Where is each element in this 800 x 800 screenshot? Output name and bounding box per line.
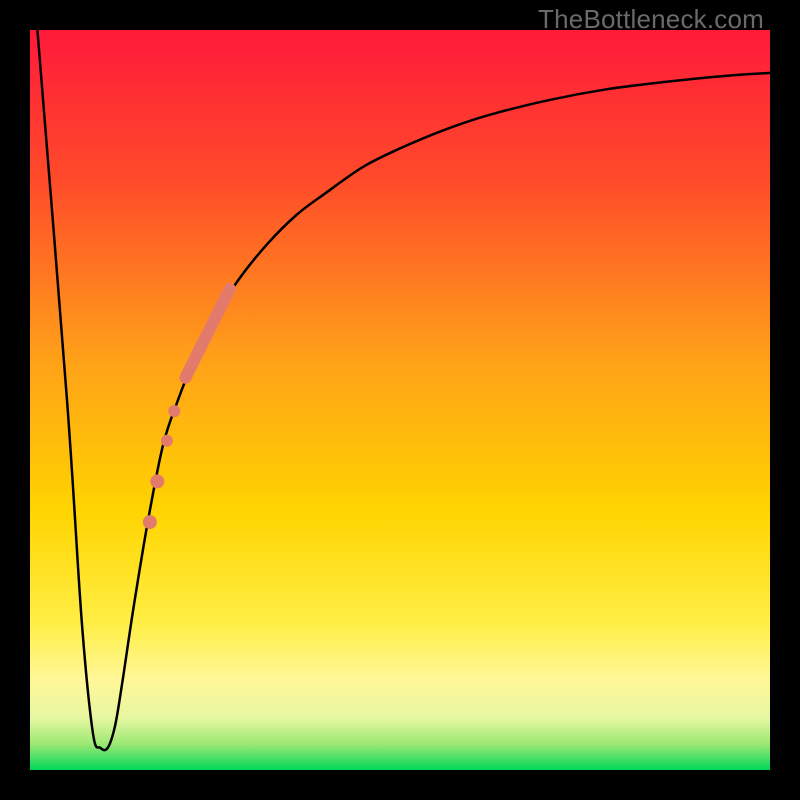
salmon-dot-3 [150, 474, 164, 488]
watermark-text: TheBottleneck.com [538, 4, 764, 35]
bottleneck-curve [37, 30, 770, 750]
salmon-segment-top [185, 289, 229, 378]
salmon-dot-2 [161, 435, 173, 447]
salmon-dot-1 [168, 405, 180, 417]
curve-layer [30, 30, 770, 770]
plot-area [30, 30, 770, 770]
chart-frame: TheBottleneck.com [0, 0, 800, 800]
marker-group [143, 289, 230, 529]
salmon-dot-4 [143, 515, 157, 529]
